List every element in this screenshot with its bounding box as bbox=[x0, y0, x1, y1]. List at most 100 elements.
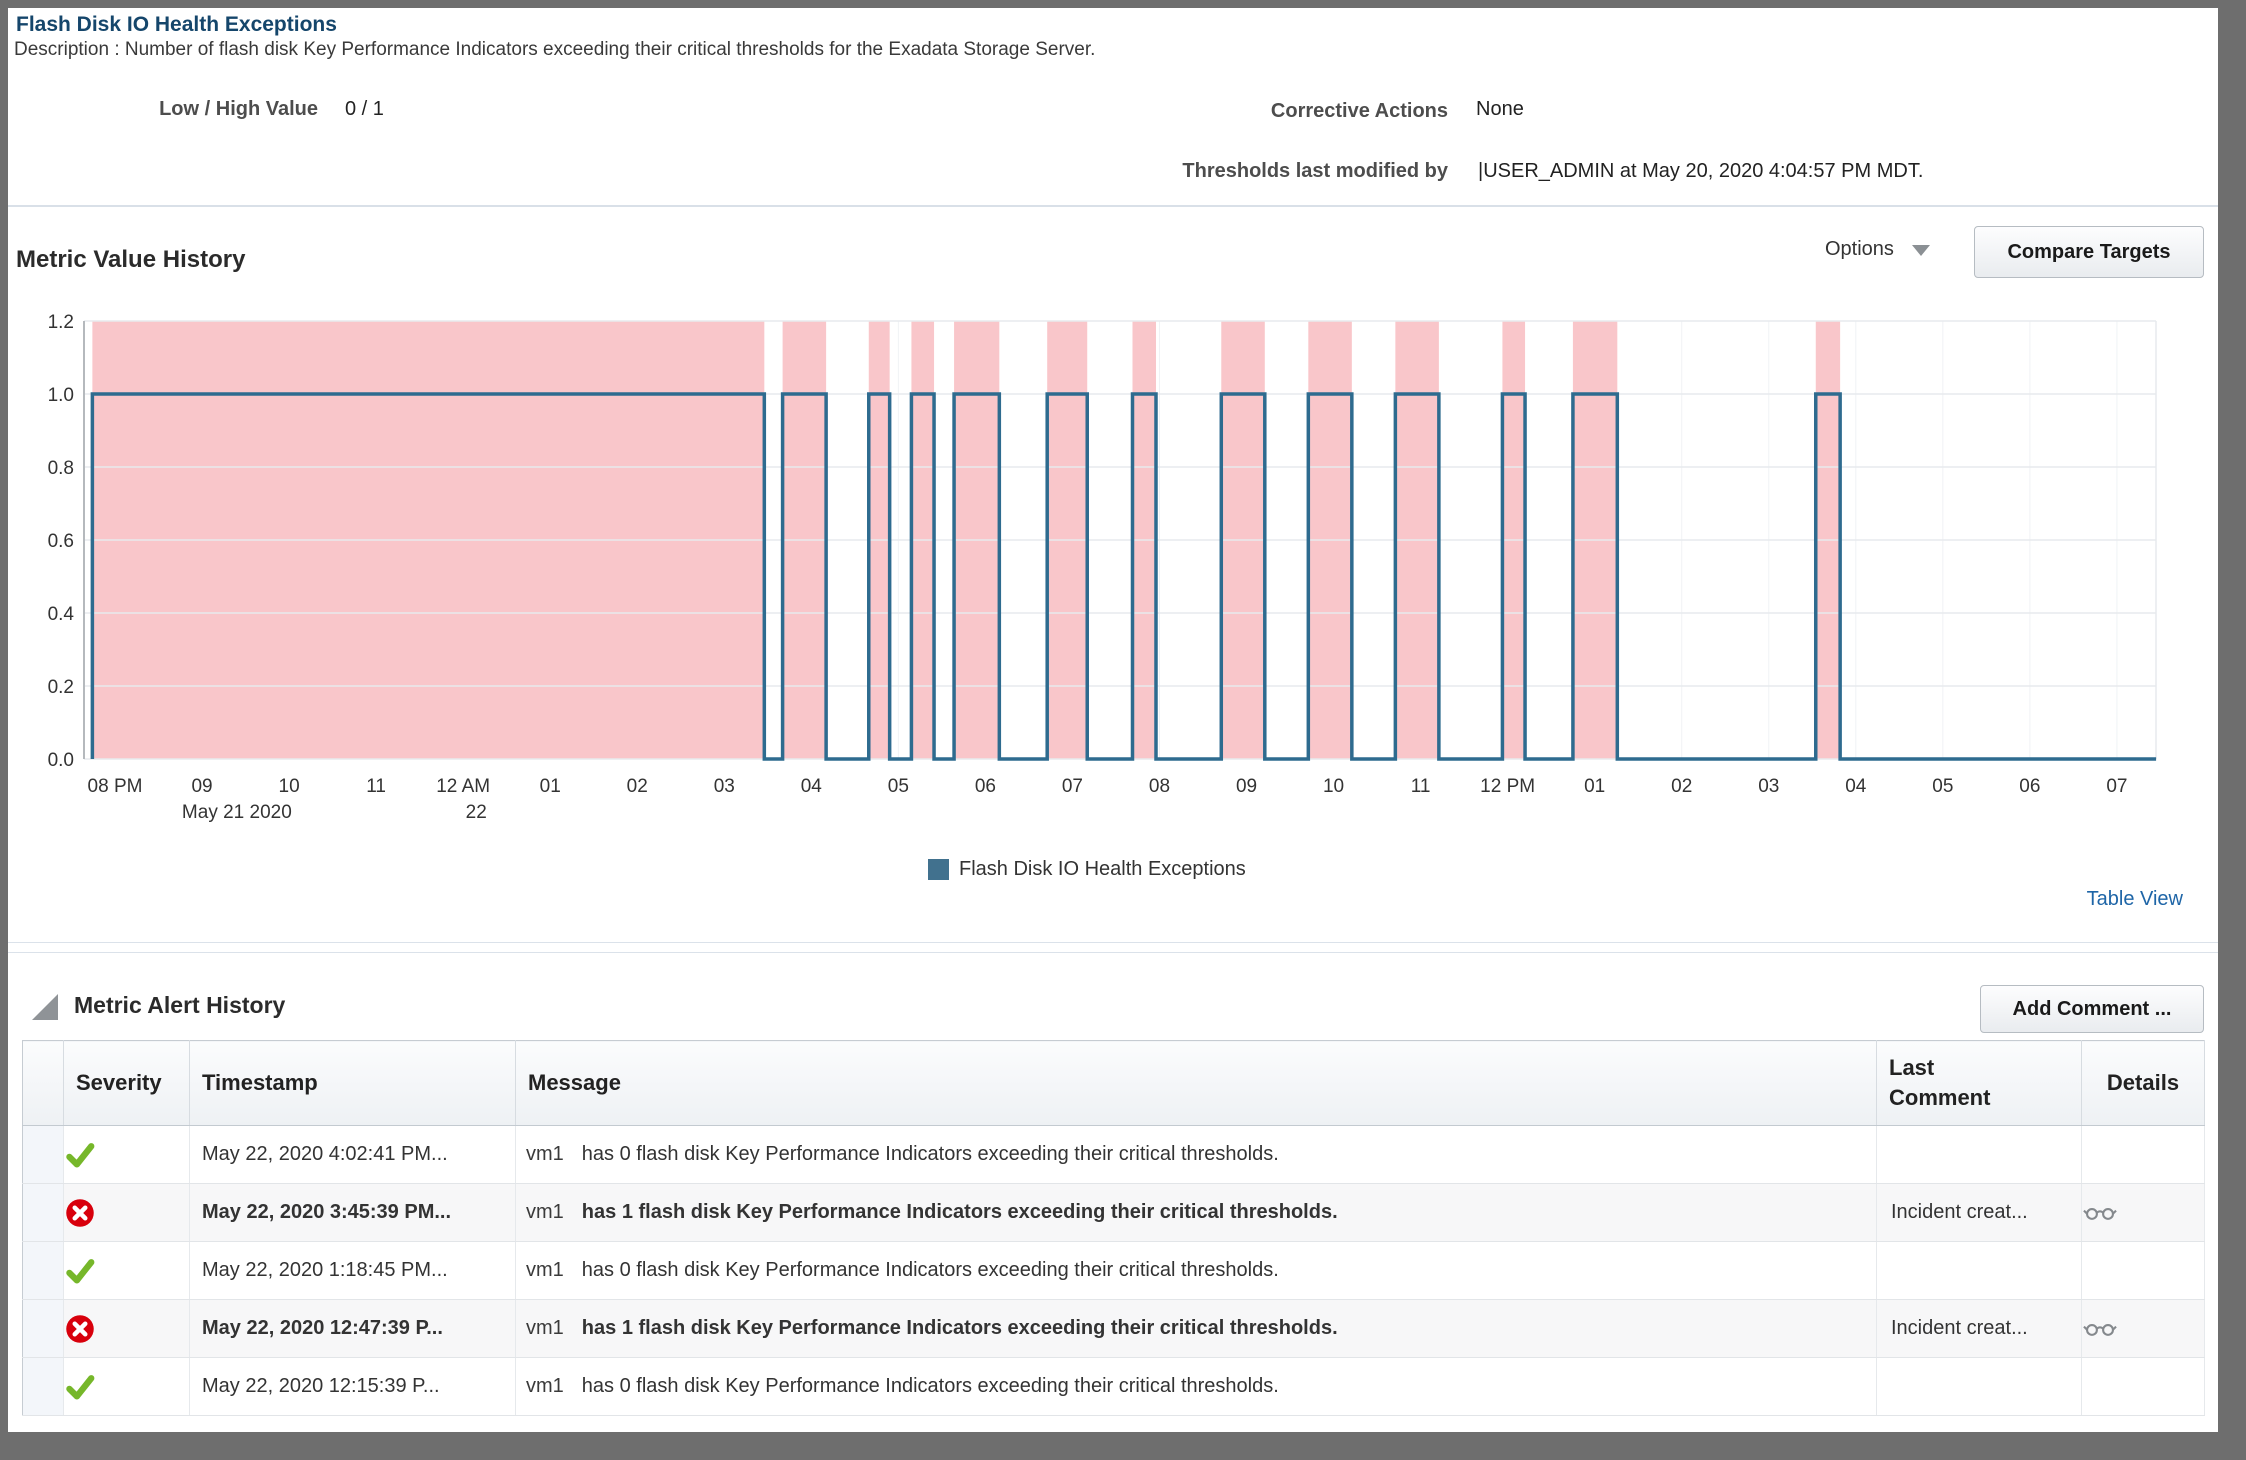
thresholds-modified-label: Thresholds last modified by bbox=[1048, 160, 1448, 183]
last-comment-cell: Incident creat... bbox=[1877, 1300, 2082, 1358]
col-header-last-comment[interactable]: Last Comment bbox=[1877, 1041, 2082, 1126]
options-dropdown[interactable]: Options bbox=[1825, 238, 1930, 261]
svg-text:06: 06 bbox=[2019, 776, 2040, 797]
table-row[interactable]: May 22, 2020 1:18:45 PM... vm1 has 0 flas… bbox=[23, 1242, 2205, 1300]
svg-text:09: 09 bbox=[191, 776, 212, 797]
message-text: has 0 flash disk Key Performance Indicat… bbox=[582, 1375, 1279, 1398]
target-name: vm1 bbox=[526, 1317, 564, 1340]
screenshot-frame: Flash Disk IO Health Exceptions Descript… bbox=[0, 0, 2246, 1460]
severity-clear-icon bbox=[64, 1358, 190, 1416]
section-divider-top bbox=[8, 942, 2218, 943]
timestamp-cell: May 22, 2020 12:47:39 P... bbox=[202, 1317, 443, 1339]
svg-text:08: 08 bbox=[1149, 776, 1170, 797]
svg-text:10: 10 bbox=[1323, 776, 1344, 797]
table-row[interactable]: May 22, 2020 4:02:41 PM... vm1 has 0 flas… bbox=[23, 1126, 2205, 1184]
message-cell: vm1 has 0 flash disk Key Performance Indi… bbox=[516, 1242, 1877, 1300]
timestamp-cell: May 22, 2020 12:15:39 P... bbox=[202, 1375, 440, 1397]
message-text: has 0 flash disk Key Performance Indicat… bbox=[582, 1143, 1279, 1166]
target-name: vm1 bbox=[526, 1375, 564, 1398]
details-cell bbox=[2082, 1242, 2205, 1300]
table-view-link[interactable]: Table View bbox=[1983, 888, 2183, 911]
svg-text:0.2: 0.2 bbox=[48, 677, 74, 698]
svg-text:0.4: 0.4 bbox=[48, 604, 75, 625]
glasses-icon[interactable] bbox=[2083, 1205, 2203, 1221]
page-description: Description : Number of flash disk Key P… bbox=[14, 39, 1095, 61]
table-row[interactable]: May 22, 2020 12:47:39 P... vm1 has 1 flas… bbox=[23, 1300, 2205, 1358]
glasses-icon[interactable] bbox=[2083, 1321, 2203, 1337]
svg-text:1.0: 1.0 bbox=[48, 385, 74, 406]
message-text: has 1 flash disk Key Performance Indicat… bbox=[582, 1317, 1338, 1340]
svg-text:11: 11 bbox=[366, 776, 386, 797]
svg-text:07: 07 bbox=[2106, 776, 2127, 797]
metric-alert-history-title: Metric Alert History bbox=[74, 992, 285, 1019]
legend-label: Flash Disk IO Health Exceptions bbox=[959, 858, 1246, 881]
severity-clear-icon bbox=[64, 1126, 190, 1184]
last-comment-cell bbox=[1877, 1242, 2082, 1300]
low-high-label: Low / High Value bbox=[68, 98, 318, 121]
svg-text:06: 06 bbox=[975, 776, 996, 797]
svg-text:08 PM: 08 PM bbox=[88, 776, 143, 797]
svg-text:05: 05 bbox=[1932, 776, 1953, 797]
chart-legend: Flash Disk IO Health Exceptions bbox=[928, 858, 1246, 881]
col-header-details[interactable]: Details bbox=[2082, 1041, 2205, 1126]
row-selector-cell[interactable] bbox=[23, 1126, 64, 1184]
severity-critical-icon bbox=[64, 1184, 190, 1242]
svg-text:0.6: 0.6 bbox=[48, 531, 74, 552]
last-comment-cell: Incident creat... bbox=[1877, 1184, 2082, 1242]
chevron-down-icon bbox=[1912, 245, 1930, 256]
corrective-actions-value: None bbox=[1476, 98, 1524, 121]
svg-text:May 21 2020: May 21 2020 bbox=[182, 802, 292, 823]
message-text: has 1 flash disk Key Performance Indicat… bbox=[582, 1201, 1338, 1224]
row-selector-cell[interactable] bbox=[23, 1242, 64, 1300]
col-header-last-comment-label: Last Comment bbox=[1889, 1053, 2004, 1112]
message-text: has 0 flash disk Key Performance Indicat… bbox=[582, 1259, 1279, 1282]
message-cell: vm1 has 0 flash disk Key Performance Indi… bbox=[516, 1126, 1877, 1184]
svg-text:03: 03 bbox=[714, 776, 735, 797]
row-selector-cell[interactable] bbox=[23, 1300, 64, 1358]
col-header-message[interactable]: Message bbox=[516, 1041, 1877, 1126]
thresholds-modified-value: |USER_ADMIN at May 20, 2020 4:04:57 PM M… bbox=[1478, 160, 1923, 183]
svg-text:10: 10 bbox=[279, 776, 300, 797]
add-comment-button[interactable]: Add Comment ... bbox=[1980, 985, 2204, 1033]
metric-value-history-title: Metric Value History bbox=[16, 246, 245, 274]
table-header-row: Severity Timestamp Message Last Comment … bbox=[23, 1041, 2205, 1126]
chart-canvas: 1.21.00.80.60.40.20.008 PM09101112 AM010… bbox=[8, 300, 2218, 850]
table-row[interactable]: May 22, 2020 3:45:39 PM... vm1has 1 flas… bbox=[23, 1184, 2205, 1242]
severity-critical-icon bbox=[64, 1300, 190, 1358]
svg-text:1.2: 1.2 bbox=[48, 312, 74, 333]
svg-text:01: 01 bbox=[540, 776, 561, 797]
page-title: Flash Disk IO Health Exceptions bbox=[16, 13, 337, 37]
table-row[interactable]: May 22, 2020 12:15:39 P... vm1 has 0 flas… bbox=[23, 1358, 2205, 1416]
metric-value-history-chart: 1.21.00.80.60.40.20.008 PM09101112 AM010… bbox=[8, 300, 2218, 850]
target-name: vm1 bbox=[526, 1143, 564, 1166]
svg-text:05: 05 bbox=[888, 776, 909, 797]
col-header-timestamp[interactable]: Timestamp bbox=[190, 1041, 516, 1126]
target-name: vm1 bbox=[526, 1201, 564, 1224]
row-selector-cell[interactable] bbox=[23, 1184, 64, 1242]
timestamp-cell: May 22, 2020 1:18:45 PM... bbox=[202, 1259, 448, 1281]
compare-targets-button[interactable]: Compare Targets bbox=[1974, 226, 2204, 278]
last-comment-cell bbox=[1877, 1126, 2082, 1184]
col-header-severity[interactable]: Severity bbox=[64, 1041, 190, 1126]
message-cell: vm1 has 1 flash disk Key Performance Indi… bbox=[516, 1300, 1877, 1358]
row-selector-cell[interactable] bbox=[23, 1358, 64, 1416]
header-divider bbox=[8, 205, 2218, 207]
page-content: Flash Disk IO Health Exceptions Descript… bbox=[8, 8, 2218, 1432]
svg-text:22: 22 bbox=[466, 802, 487, 823]
collapse-triangle-icon[interactable] bbox=[32, 994, 59, 1021]
message-cell: vm1 has 1 flash disk Key Performance Indi… bbox=[516, 1184, 1877, 1242]
svg-text:03: 03 bbox=[1758, 776, 1779, 797]
message-cell: vm1 has 0 flash disk Key Performance Indi… bbox=[516, 1358, 1877, 1416]
svg-text:0.0: 0.0 bbox=[48, 750, 74, 771]
svg-text:07: 07 bbox=[1062, 776, 1083, 797]
alert-history-table: Severity Timestamp Message Last Comment … bbox=[22, 1040, 2205, 1416]
last-comment-cell bbox=[1877, 1358, 2082, 1416]
svg-text:02: 02 bbox=[627, 776, 648, 797]
svg-text:01: 01 bbox=[1584, 776, 1605, 797]
timestamp-cell: May 22, 2020 4:02:41 PM... bbox=[202, 1143, 448, 1165]
legend-swatch-icon bbox=[928, 859, 949, 880]
details-cell bbox=[2082, 1126, 2205, 1184]
details-cell bbox=[2082, 1300, 2205, 1358]
svg-text:02: 02 bbox=[1671, 776, 1692, 797]
target-name: vm1 bbox=[526, 1259, 564, 1282]
